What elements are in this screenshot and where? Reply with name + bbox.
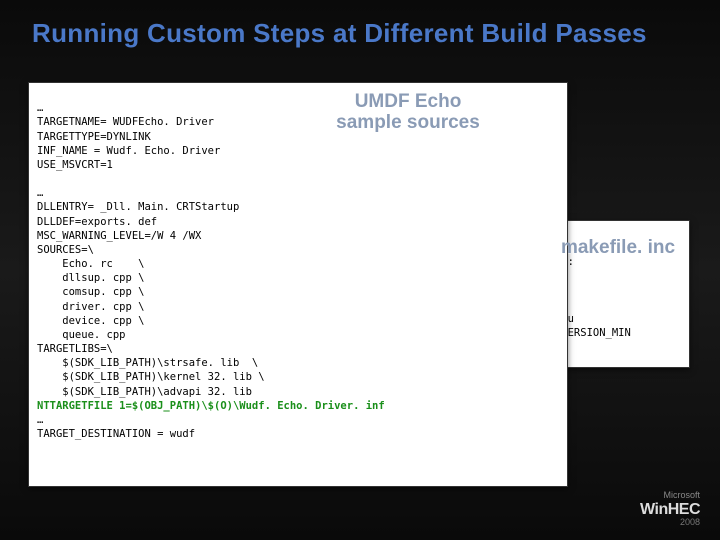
code-block-2: … DLLENTRY= _Dll. Main. CRTStartup DLLDE… — [37, 187, 265, 397]
sources-code: … TARGETNAME= WUDFEcho. Driver TARGETTYP… — [37, 87, 559, 441]
code-block-3: … TARGET_DESTINATION = wudf — [37, 414, 195, 440]
code-block-1: … TARGETNAME= WUDFEcho. Driver TARGETTYP… — [37, 102, 220, 171]
sources-panel: … TARGETNAME= WUDFEcho. Driver TARGETTYP… — [28, 82, 568, 487]
footer-logo: Microsoft WinHEC 2008 — [640, 491, 700, 528]
slide-title: Running Custom Steps at Different Build … — [0, 0, 720, 49]
footer-brand-small: Microsoft — [640, 491, 700, 501]
footer-brand-main: WinHEC — [640, 501, 700, 519]
code-highlight-line: NTTARGETFILE 1=$(OBJ_PATH)\$(O)\Wudf. Ec… — [37, 400, 385, 412]
footer-year: 2008 — [640, 518, 700, 528]
